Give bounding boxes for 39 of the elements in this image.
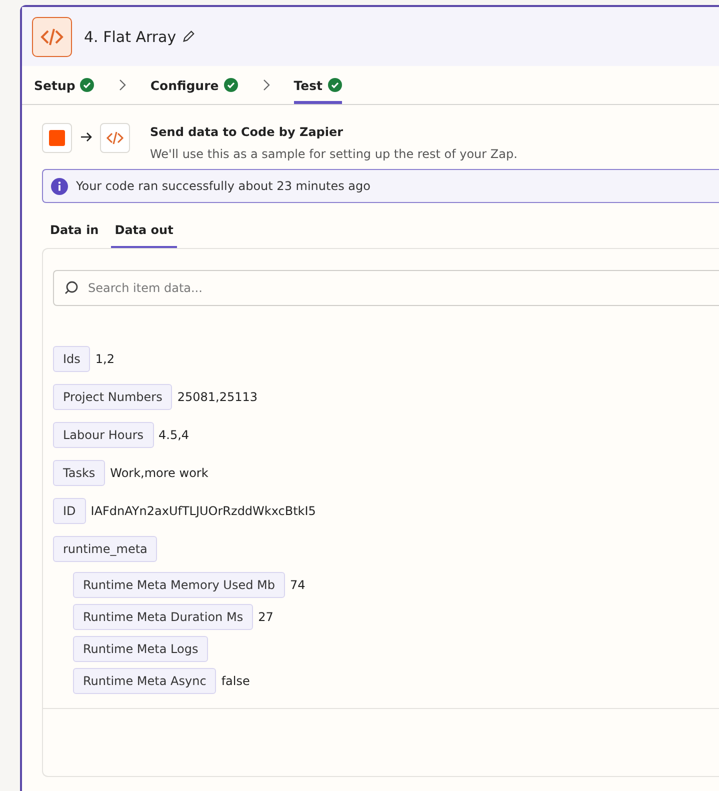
- field-value: false: [221, 674, 250, 688]
- step-tab[interactable]: Setup: [34, 66, 94, 104]
- source-title: Send data to Code by Zapier: [150, 125, 344, 139]
- field-key: Runtime Meta Logs: [73, 636, 208, 662]
- search-field[interactable]: Search item data...: [53, 270, 719, 306]
- step-label: Configure: [150, 78, 219, 92]
- field-value: 27: [258, 610, 274, 624]
- field-value: 25081,25113: [177, 390, 258, 404]
- notice-text: Your code ran successfully about 23 minutes ago: [76, 179, 370, 193]
- step-tab[interactable]: Configure: [150, 66, 238, 104]
- field-key: Project Numbers: [53, 384, 172, 410]
- step-tab[interactable]: Test: [294, 66, 342, 104]
- step-label: Test: [294, 78, 322, 92]
- square-icon: [49, 130, 65, 146]
- field-key: ID: [53, 498, 86, 524]
- field-value: 74: [290, 578, 306, 592]
- arrow-icon: [80, 131, 92, 143]
- pencil-icon[interactable]: [182, 30, 196, 43]
- field-key: Runtime Meta Async: [73, 668, 216, 694]
- field-key: Runtime Meta Memory Used Mb: [73, 572, 285, 598]
- info-icon: [51, 178, 68, 194]
- field-value: Work,more work: [110, 466, 208, 480]
- data-tab[interactable]: Data in: [46, 215, 103, 248]
- source-subtitle: We'll use this as a sample for setting up the rest of your Zap.: [150, 147, 518, 161]
- field-key: Runtime Meta Duration Ms: [73, 604, 254, 630]
- field-value: 4.5,4: [158, 428, 190, 442]
- code-icon: [106, 129, 124, 147]
- search-icon: [63, 280, 79, 296]
- field-key: Labour Hours: [53, 422, 154, 448]
- field-key: Tasks: [53, 460, 106, 486]
- field-key: runtime_meta: [53, 536, 158, 562]
- step-label: Setup: [34, 78, 76, 92]
- field-key: Ids: [53, 346, 90, 372]
- field-value: 1,2: [95, 352, 115, 366]
- chevron-icon: [262, 79, 270, 91]
- chevron-icon: [118, 79, 126, 91]
- field-value: IAFdnAYn2axUfTLJUOrRzddWkxcBtkI5: [90, 504, 316, 518]
- step-title: 4. Flat Array: [84, 28, 176, 46]
- data-tab[interactable]: Data out: [110, 215, 178, 248]
